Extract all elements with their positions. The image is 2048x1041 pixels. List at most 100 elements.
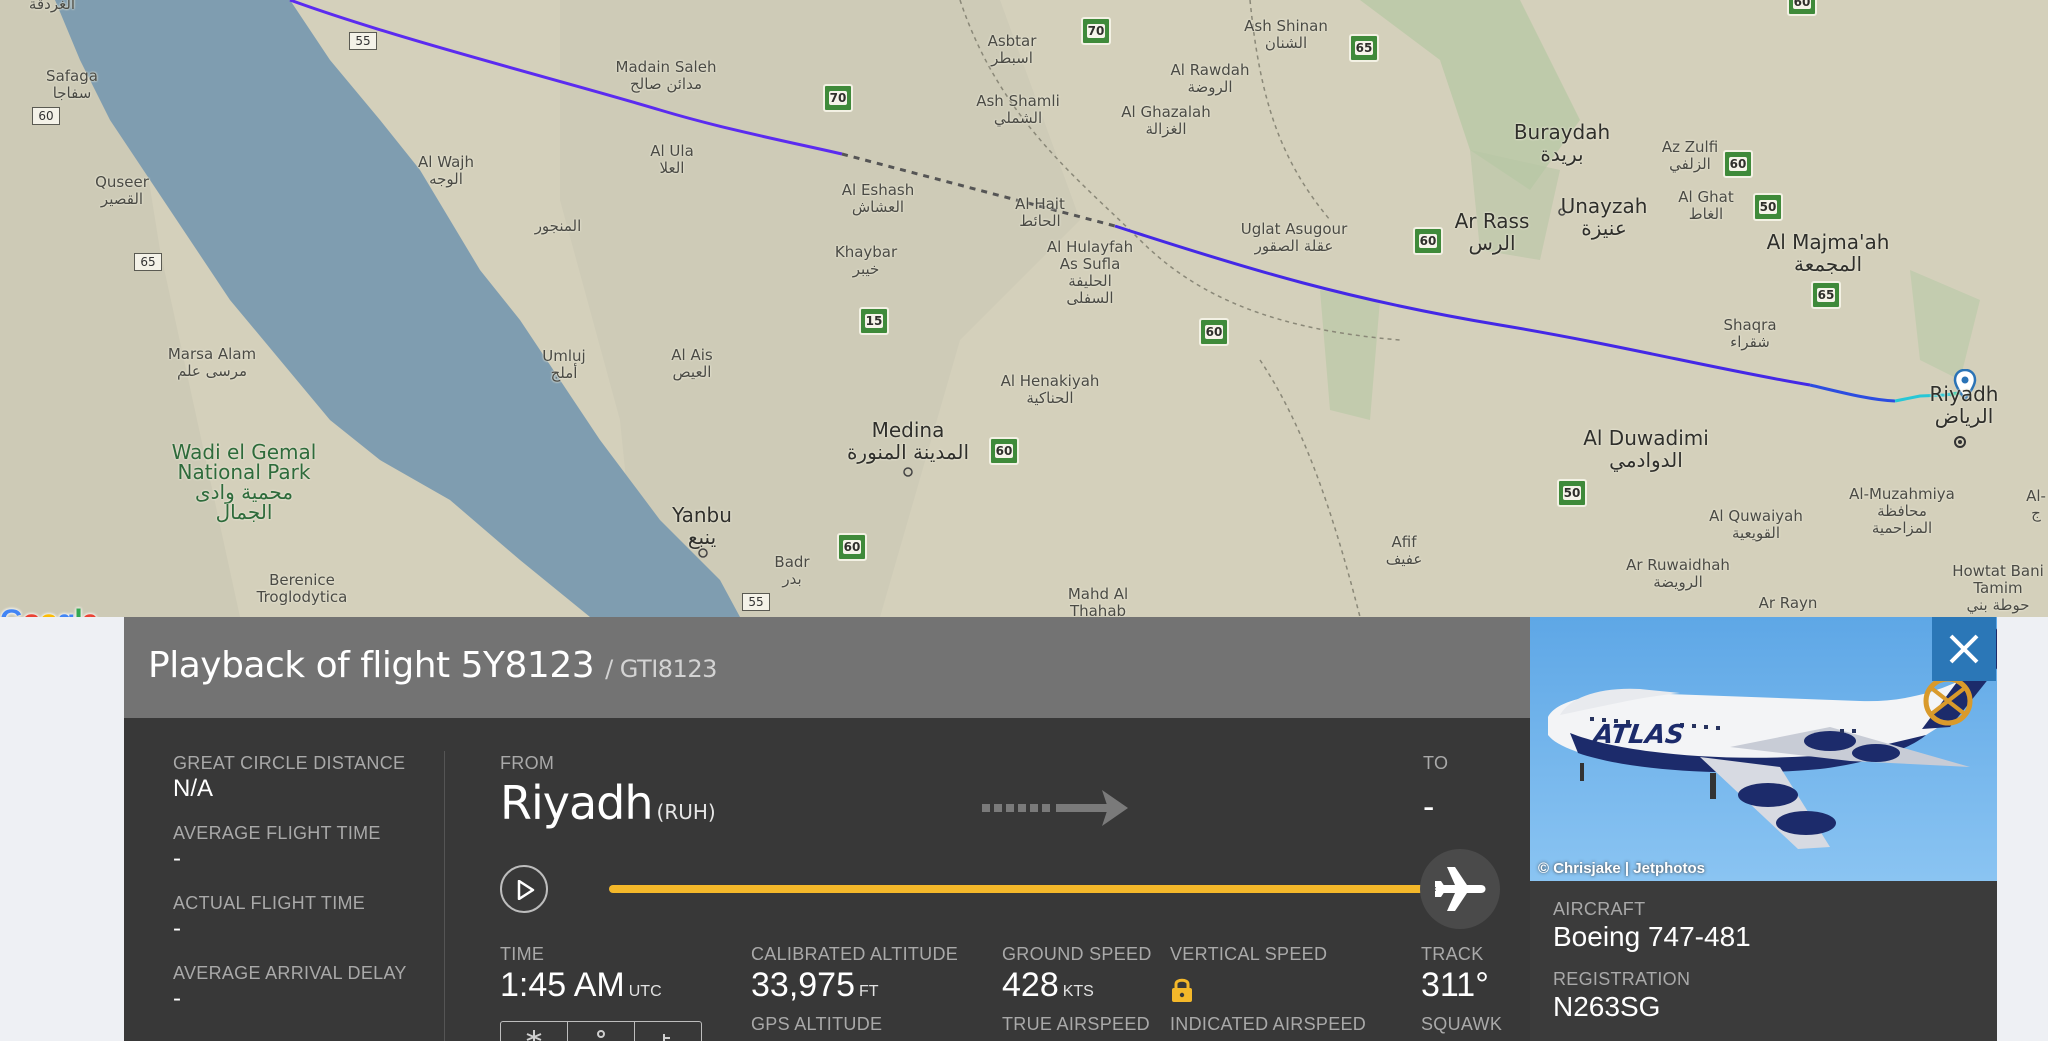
share-button[interactable] [568,1022,635,1041]
highway-shield: 60 [1787,0,1817,16]
highway-shield: 50 [1557,479,1587,507]
highway-shield: 60 [837,533,867,561]
place-label: Al Majma'ah المجمعة [1766,230,1890,276]
actual-flight-time-value: - [173,915,181,942]
place-label: Medina المدينة المنورة [846,418,970,464]
great-circle-distance-label: GREAT CIRCLE DISTANCE [173,753,406,773]
place-label: Al Hulayfah As Sufla الحليفة السفلى [1046,238,1134,307]
destination-value: - [1423,788,1435,826]
true-airspeed-label: TRUE AIRSPEED [1002,1014,1150,1034]
highway-shield: 65 [1349,34,1379,62]
place-label: Al Ais العيص [671,346,713,381]
place-label: Madain Saleh مدائن صالح [615,58,717,93]
place-label: الغردقة [28,0,76,13]
average-flight-time-label: AVERAGE FLIGHT TIME [173,823,381,843]
place-label: Asbtar اسبطر [987,32,1037,67]
ground-speed-label: GROUND SPEED [1002,944,1152,964]
place-label: Safaga سفاجا [46,67,98,102]
registration-label: REGISTRATION [1553,969,1691,989]
place-label: Al Duwadimi الدوادمي [1583,426,1709,472]
place-label: Ar Rayn [1758,594,1818,612]
road-label: 65 [134,253,162,271]
place-label: Ash Shinan الشنان [1244,17,1328,52]
place-label: Al Ula العلا [650,142,694,177]
place-label: Al-Muzahmiya محافظة المزاحمية [1849,485,1955,537]
filter-icon [663,1034,670,1041]
calibrated-altitude-label: CALIBRATED ALTITUDE [751,944,959,964]
share-icon [597,1030,605,1038]
highway-shield: 65 [1811,281,1841,309]
place-label: Al Quwaiyah القويعية [1709,507,1803,542]
playback-scrubber-handle[interactable] [1420,849,1500,929]
flight-playback-panel: Playback of flight 5Y8123 / GTI8123 GREA… [124,617,1997,1041]
place-label: Unayzah عنيزة [1560,194,1648,240]
place-label: Badr بدر [774,553,810,588]
calibrated-altitude-value: 33,975 FT [751,966,879,1005]
settings-button[interactable] [501,1022,568,1041]
great-circle-distance-value: N/A [173,775,214,802]
playback-screen: الغردقة Safaga سفاجا Quseer القصير Marsa… [0,0,2048,1041]
registration-value[interactable]: N263SG [1553,991,1660,1023]
place-label: Marsa Alam مرسى علم [167,345,257,380]
place-label: Al Hait الحائط [1015,195,1065,230]
playback-timeline[interactable] [609,885,1459,893]
ground-speed-value: 428 KTS [1002,966,1094,1005]
place-label: Umluj أملج [542,347,586,382]
close-button[interactable] [1932,617,1996,681]
column-divider [444,751,445,1041]
place-label: Shaqra شقراء [1723,316,1777,351]
ground-speed-unit: KTS [1062,983,1094,1000]
track-label: TRACK [1421,944,1484,964]
place-label: Quseer القصير [95,173,149,208]
average-arrival-delay-value: - [173,985,181,1012]
origin-city: Riyadh [500,776,654,830]
panel-body: GREAT CIRCLE DISTANCE N/A AVERAGE FLIGHT… [124,718,1530,1041]
highway-shield: 60 [1723,150,1753,178]
track-value: 311° [1421,966,1489,1004]
play-button[interactable] [500,865,548,913]
highway-shield: 60 [989,437,1019,465]
filter-button[interactable] [635,1022,701,1041]
road-label: 55 [349,32,377,50]
photo-credit[interactable]: © Chrisjake | Jetphotos [1538,860,1705,877]
actual-flight-time-label: ACTUAL FLIGHT TIME [173,893,366,913]
origin-code: (RUH) [656,800,716,824]
time-unit: UTC [628,983,662,1000]
average-flight-time-value: - [173,845,181,872]
google-logo: Google [0,606,98,618]
lock-icon[interactable] [1171,977,1193,1003]
road-label: 60 [32,107,60,125]
route-arrow-icon [982,790,1128,826]
aircraft-label: AIRCRAFT [1553,899,1646,919]
close-icon [1949,634,1979,664]
panel-header: Playback of flight 5Y8123 / GTI8123 [124,617,1530,718]
place-label: المنجور [534,217,582,235]
highway-shield: 70 [1081,17,1111,45]
place-label: Uglat Asugour عقلة الصقور [1240,220,1348,255]
aircraft-value[interactable]: Boeing 747-481 [1553,921,1751,953]
aircraft-photo-image: ATLAS [1548,628,1997,849]
time-value: 1:45 AM UTC [500,966,662,1005]
place-label: Ar Ruwaidhah الرويضة [1626,556,1730,591]
highway-shield: 50 [1753,193,1783,221]
from-label: FROM [500,753,555,773]
time-number: 1:45 AM [500,966,625,1004]
place-label: Al Eshash العشاش [841,181,915,216]
average-arrival-delay-label: AVERAGE ARRIVAL DELAY [173,963,407,983]
calibrated-altitude-unit: FT [859,983,879,1000]
place-label: Ar Rass الرس [1454,209,1530,255]
place-label: Wadi el Gemal National Park محمية وادى ا… [171,440,317,524]
aircraft-photo[interactable]: ATLAS © Chrisjake | Jetphotos [1530,617,1997,881]
playback-progress-fill [609,885,1434,893]
aircraft-info: AIRCRAFT Boeing 747-481 REGISTRATION N26… [1530,881,1997,1041]
ground-speed-number: 428 [1002,966,1059,1004]
vertical-speed-label: VERTICAL SPEED [1170,944,1328,964]
map[interactable]: الغردقة Safaga سفاجا Quseer القصير Marsa… [0,0,2048,617]
place-label: Afif عفيف [1385,533,1423,568]
highway-shield: 70 [823,84,853,112]
origin-airport[interactable]: Riyadh (RUH) [500,776,716,830]
place-label: Mahd Al Thahab [1067,585,1129,618]
panel-title: Playback of flight 5Y8123 / GTI8123 [148,645,717,686]
place-label: Al Henakiyah الحناكية [1000,372,1100,407]
place-label: Al Rawdah الروضة [1170,61,1250,96]
